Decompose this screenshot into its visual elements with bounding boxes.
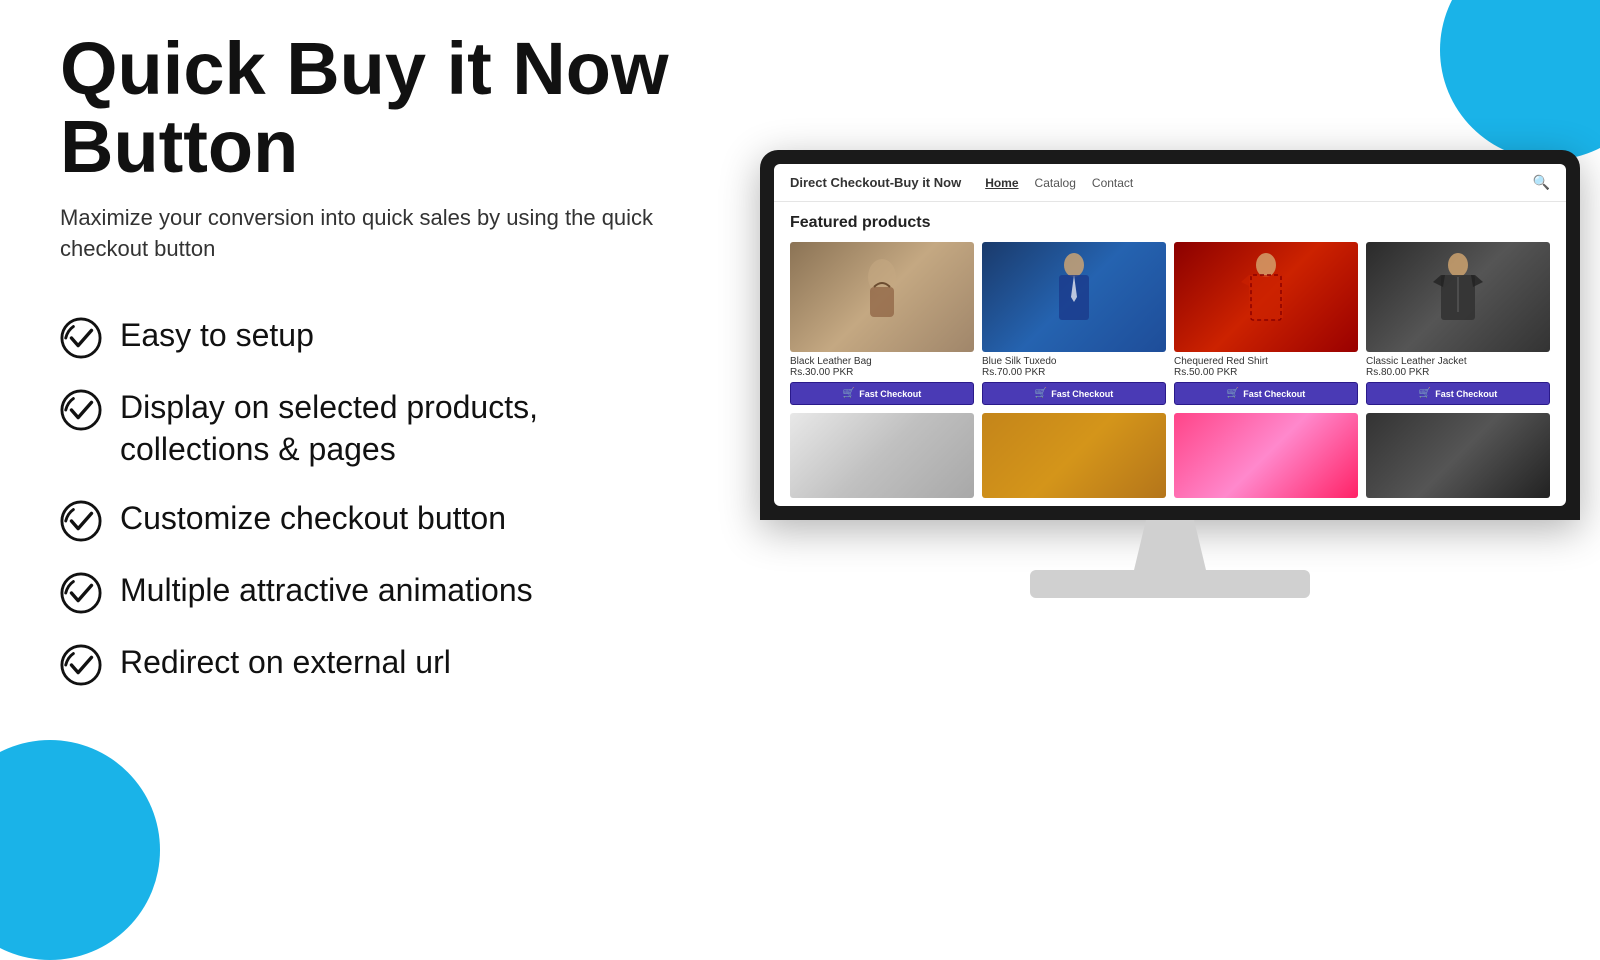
decorative-circle-top-right bbox=[1440, 0, 1600, 160]
product-row2-image-3 bbox=[1174, 413, 1358, 498]
featured-products-title: Featured products bbox=[790, 214, 1550, 232]
site-header: Direct Checkout-Buy it Now Home Catalog … bbox=[774, 164, 1566, 202]
check-icon-redirect bbox=[60, 644, 102, 686]
product-name-4: Classic Leather Jacket bbox=[1366, 356, 1550, 367]
feature-item-redirect: Redirect on external url bbox=[60, 642, 680, 686]
nav-item-catalog[interactable]: Catalog bbox=[1035, 176, 1076, 190]
product-card-4: Classic Leather Jacket Rs.80.00 PKR 🛒 Fa… bbox=[1366, 242, 1550, 405]
feature-text-animations: Multiple attractive animations bbox=[120, 570, 533, 612]
feature-text-customize-checkout: Customize checkout button bbox=[120, 498, 506, 540]
nav-item-home[interactable]: Home bbox=[985, 176, 1018, 190]
decorative-circle-bottom-left bbox=[0, 740, 160, 960]
feature-text-display-selected: Display on selected products, collection… bbox=[120, 387, 680, 470]
page-subtitle: Maximize your conversion into quick sale… bbox=[60, 203, 680, 265]
product-image-2 bbox=[982, 242, 1166, 352]
fast-checkout-btn-2[interactable]: 🛒 Fast Checkout bbox=[982, 382, 1166, 405]
checkout-label-4: Fast Checkout bbox=[1435, 389, 1497, 399]
checkout-label-2: Fast Checkout bbox=[1051, 389, 1113, 399]
product-name-3: Chequered Red Shirt bbox=[1174, 356, 1358, 367]
nav-item-contact[interactable]: Contact bbox=[1092, 176, 1133, 190]
product-card-2: Blue Silk Tuxedo Rs.70.00 PKR 🛒 Fast Che… bbox=[982, 242, 1166, 405]
cart-icon-4: 🛒 bbox=[1419, 388, 1431, 399]
feature-item-customize-checkout: Customize checkout button bbox=[60, 498, 680, 542]
fast-checkout-btn-3[interactable]: 🛒 Fast Checkout bbox=[1174, 382, 1358, 405]
product-row2-image-4 bbox=[1366, 413, 1550, 498]
site-logo: Direct Checkout-Buy it Now bbox=[790, 175, 961, 190]
checkout-label-3: Fast Checkout bbox=[1243, 389, 1305, 399]
page-title: Quick Buy it Now Button bbox=[60, 30, 680, 185]
left-panel: Quick Buy it Now Button Maximize your co… bbox=[60, 30, 680, 686]
product-image-3 bbox=[1174, 242, 1358, 352]
search-icon[interactable]: 🔍 bbox=[1533, 174, 1550, 191]
products-row2 bbox=[790, 413, 1550, 498]
fast-checkout-btn-4[interactable]: 🛒 Fast Checkout bbox=[1366, 382, 1550, 405]
feature-text-redirect: Redirect on external url bbox=[120, 642, 451, 684]
monitor-wrapper: Direct Checkout-Buy it Now Home Catalog … bbox=[760, 150, 1580, 598]
cart-icon-1: 🛒 bbox=[843, 388, 855, 399]
feature-text-easy-setup: Easy to setup bbox=[120, 315, 314, 357]
cart-icon-2: 🛒 bbox=[1035, 388, 1047, 399]
product-price-4: Rs.80.00 PKR bbox=[1366, 367, 1550, 378]
features-list: Easy to setup Display on selected produc… bbox=[60, 315, 680, 686]
feature-item-easy-setup: Easy to setup bbox=[60, 315, 680, 359]
monitor-stand-neck bbox=[1110, 520, 1230, 570]
feature-item-display-selected: Display on selected products, collection… bbox=[60, 387, 680, 470]
product-name-1: Black Leather Bag bbox=[790, 356, 974, 367]
product-name-2: Blue Silk Tuxedo bbox=[982, 356, 1166, 367]
product-image-1 bbox=[790, 242, 974, 352]
product-price-2: Rs.70.00 PKR bbox=[982, 367, 1166, 378]
product-row2-image-2 bbox=[982, 413, 1166, 498]
monitor-stand-base bbox=[1030, 570, 1310, 598]
check-icon-customize-checkout bbox=[60, 500, 102, 542]
check-icon-easy-setup bbox=[60, 317, 102, 359]
product-card-3: Chequered Red Shirt Rs.50.00 PKR 🛒 Fast … bbox=[1174, 242, 1358, 405]
checkout-label-1: Fast Checkout bbox=[859, 389, 921, 399]
cart-icon-3: 🛒 bbox=[1227, 388, 1239, 399]
product-row2-image-1 bbox=[790, 413, 974, 498]
screen-inner: Direct Checkout-Buy it Now Home Catalog … bbox=[774, 164, 1566, 506]
feature-item-animations: Multiple attractive animations bbox=[60, 570, 680, 614]
site-nav: Home Catalog Contact bbox=[985, 176, 1133, 190]
product-price-3: Rs.50.00 PKR bbox=[1174, 367, 1358, 378]
check-icon-display-selected bbox=[60, 389, 102, 431]
check-icon-animations bbox=[60, 572, 102, 614]
site-body: Featured products Black Leather Bag bbox=[774, 202, 1566, 506]
monitor-screen: Direct Checkout-Buy it Now Home Catalog … bbox=[760, 150, 1580, 520]
products-grid: Black Leather Bag Rs.30.00 PKR 🛒 Fast Ch… bbox=[790, 242, 1550, 405]
fast-checkout-btn-1[interactable]: 🛒 Fast Checkout bbox=[790, 382, 974, 405]
product-price-1: Rs.30.00 PKR bbox=[790, 367, 974, 378]
product-card-1: Black Leather Bag Rs.30.00 PKR 🛒 Fast Ch… bbox=[790, 242, 974, 405]
product-image-4 bbox=[1366, 242, 1550, 352]
